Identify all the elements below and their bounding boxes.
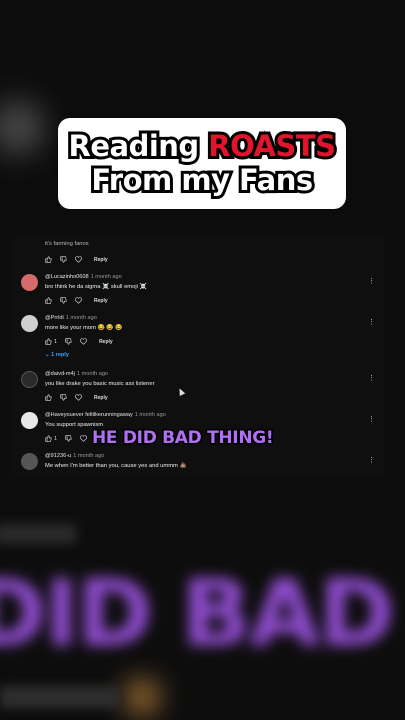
blurred-avatar [0, 100, 45, 155]
overlay-caption: HE DID BAD THING! [90, 427, 275, 450]
comment-header: @Haveyouever feltlikerunningaway 1 month … [45, 412, 166, 418]
comment-timestamp: 1 month ago [90, 274, 122, 280]
like-button[interactable]: 1 [45, 435, 57, 442]
comment-header: @Prrldi 1 month ago [45, 315, 97, 321]
comment-timestamp: 1 month ago [73, 453, 105, 459]
thumbs-up-icon [45, 394, 52, 401]
heart-button[interactable] [80, 435, 88, 442]
dislike-button[interactable] [60, 297, 67, 304]
comment-actions: 1 Reply [45, 338, 113, 345]
more-vertical-icon[interactable]: ⋮ [368, 416, 375, 423]
comment-timestamp: 1 month ago [134, 412, 166, 418]
comment-timestamp: 1 month ago [76, 371, 109, 377]
thumbs-down-icon [60, 256, 67, 263]
like-count: 1 [54, 338, 58, 345]
thumbs-down-icon [60, 394, 67, 401]
thumbs-down-icon [65, 435, 72, 442]
heart-button[interactable] [75, 256, 82, 263]
avatar[interactable] [21, 453, 38, 470]
thumbs-up-icon [45, 297, 52, 304]
thumbs-down-icon [65, 338, 72, 345]
title-plain: Reading [66, 126, 209, 166]
reply-button[interactable]: Reply [94, 298, 108, 304]
dislike-button[interactable] [65, 435, 72, 442]
blurred-emoji [125, 680, 159, 714]
thumbs-up-icon [45, 435, 52, 442]
comment-author[interactable]: @Lucazinho0608 [45, 274, 89, 280]
comment-actions: Reply [45, 256, 108, 263]
comment-author[interactable]: @Haveyouever feltlikerunningaway [45, 412, 133, 418]
comment-author[interactable]: @daivd-m4j [45, 371, 75, 377]
avatar[interactable] [21, 412, 38, 429]
more-vertical-icon[interactable]: ⋮ [368, 278, 375, 285]
replies-count: 1 reply [51, 352, 69, 358]
comment-text: it's farming fanos [45, 241, 89, 247]
comment-author[interactable]: @91236-u [45, 453, 71, 459]
title-card: Reading ROASTS From my Fans [58, 118, 346, 209]
avatar[interactable] [21, 371, 38, 388]
thumbs-down-icon [60, 297, 67, 304]
like-button[interactable] [45, 297, 52, 304]
dislike-button[interactable] [65, 338, 72, 345]
heart-icon [75, 297, 82, 304]
comment-actions: Reply [45, 297, 108, 304]
comment-actions: Reply [45, 394, 108, 401]
heart-icon [80, 435, 88, 442]
heart-button[interactable] [80, 338, 88, 345]
blurred-caption: DID BAD THI [0, 560, 405, 667]
heart-button[interactable] [75, 394, 82, 401]
view-replies-button[interactable]: ⌄ 1 reply [45, 352, 69, 358]
title-highlight: ROASTS [205, 126, 339, 166]
thumbs-up-icon [45, 256, 52, 263]
more-vertical-icon[interactable]: ⋮ [368, 457, 375, 464]
like-count: 1 [54, 435, 58, 442]
like-button[interactable]: 1 [45, 338, 57, 345]
avatar[interactable] [21, 315, 38, 332]
title-line-1: Reading ROASTS [58, 126, 346, 166]
comment-text: bro think he da sigma ☠️ skull emoji ☠️ [45, 284, 147, 290]
more-vertical-icon[interactable]: ⋮ [368, 319, 375, 326]
thumbs-up-icon [45, 338, 52, 345]
comment-text: you like drake you basic music ass liste… [45, 381, 155, 387]
dislike-button[interactable] [60, 256, 67, 263]
avatar[interactable] [21, 274, 38, 291]
blurred-line [0, 686, 120, 708]
blurred-line [0, 524, 76, 544]
comment-header: @91236-u 1 month ago [45, 453, 104, 459]
comment-timestamp: 1 month ago [65, 315, 97, 321]
reply-button[interactable]: Reply [94, 257, 108, 263]
dislike-button[interactable] [60, 394, 67, 401]
like-button[interactable] [45, 256, 52, 263]
heart-button[interactable] [75, 297, 82, 304]
comment-text: more like your mom 😂 😂 😂 [45, 325, 123, 331]
like-button[interactable] [45, 394, 52, 401]
heart-icon [75, 256, 82, 263]
more-vertical-icon[interactable]: ⋮ [368, 375, 375, 382]
comment-text: Me when I'm better than you, cause yes a… [45, 463, 187, 469]
heart-icon [80, 338, 88, 345]
comment-header: @daivd-m4j 1 month ago [45, 371, 108, 377]
reply-button[interactable]: Reply [99, 339, 113, 345]
title-line-2: From my Fans [88, 160, 316, 200]
comment-author[interactable]: @Prrldi [45, 315, 64, 321]
heart-icon [75, 394, 82, 401]
chevron-down-icon: ⌄ [45, 352, 50, 358]
reply-button[interactable]: Reply [94, 395, 108, 401]
comment-header: @Lucazinho0608 1 month ago [45, 274, 122, 280]
